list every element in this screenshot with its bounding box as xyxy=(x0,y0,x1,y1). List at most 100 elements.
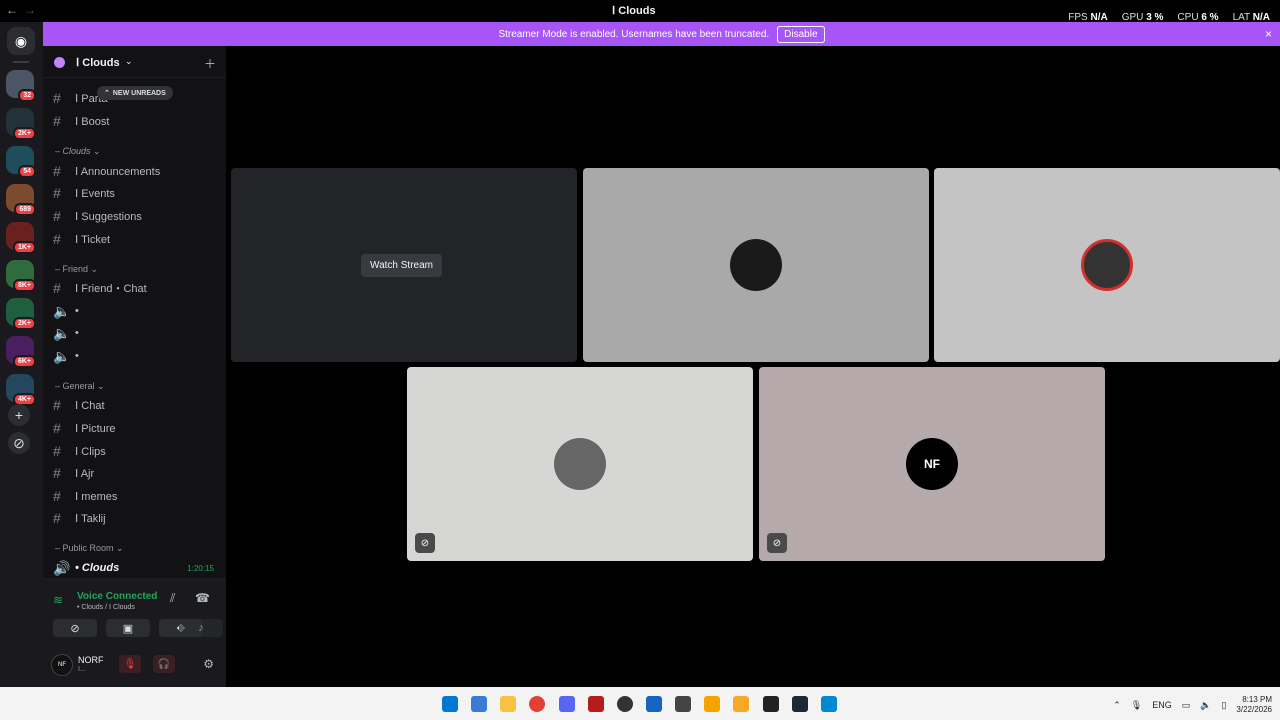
channel-item[interactable]: # Ⅰ Ajr xyxy=(53,464,94,482)
screen-share-button[interactable]: ▣ xyxy=(106,619,150,637)
channel-item[interactable]: # Ⅰ Friend・Chat xyxy=(53,279,147,297)
network-icon[interactable]: ▭ xyxy=(1182,700,1191,711)
server-icon[interactable]: 2K+ xyxy=(6,108,36,140)
category-public-room[interactable]: – Public Room ⌄ xyxy=(55,543,124,554)
close-icon[interactable]: × xyxy=(1265,27,1272,41)
chevron-down-icon[interactable]: ⌄ xyxy=(125,56,133,67)
participant-tile[interactable]: ⊘ xyxy=(407,367,753,561)
category-general[interactable]: – General ⌄ xyxy=(55,381,105,392)
noise-suppression-icon[interactable]: ⫽ xyxy=(170,591,175,606)
clock[interactable]: 8:13 PM 3/22/2026 xyxy=(1236,695,1272,715)
server-icon[interactable]: 2K+ xyxy=(6,298,36,330)
new-unreads-pill[interactable]: ⌃ NEW UNREADS xyxy=(97,86,173,100)
server-icon[interactable]: 6K+ xyxy=(6,336,36,368)
channel-item[interactable]: # Ⅰ Clips xyxy=(53,442,106,460)
app-icon[interactable] xyxy=(646,696,662,712)
settings-gear-icon[interactable]: ⚙ xyxy=(203,657,214,671)
server-icon[interactable]: 54 xyxy=(6,146,36,178)
signal-icon[interactable]: ≋ xyxy=(53,593,63,607)
app-icon[interactable] xyxy=(763,696,779,712)
store-icon[interactable] xyxy=(471,696,487,712)
discord-home-icon[interactable]: ◉ xyxy=(7,27,35,55)
channel-item[interactable]: # Ⅰ Taklij xyxy=(53,509,106,527)
channel-item[interactable]: # Ⅰ Events xyxy=(53,184,115,202)
category-clouds[interactable]: – Clouds ⌄ xyxy=(55,146,101,157)
server-icon[interactable]: 8K+ xyxy=(6,260,36,292)
back-arrow-icon[interactable]: ← xyxy=(6,3,18,17)
avatar: NF xyxy=(906,438,958,490)
deafen-button[interactable]: 🎧 xyxy=(153,655,175,673)
hash-icon: # xyxy=(53,488,61,504)
avatar xyxy=(554,438,606,490)
disconnect-icon[interactable]: ☎ xyxy=(195,591,210,605)
hash-icon: # xyxy=(53,420,61,436)
volume-icon[interactable]: 🔈 xyxy=(1200,700,1211,711)
hash-icon: # xyxy=(53,231,61,247)
camera-off-button[interactable]: ⊘ xyxy=(53,619,97,637)
channel-item[interactable]: # Ⅰ Chat xyxy=(53,396,105,414)
file-explorer-icon[interactable] xyxy=(500,696,516,712)
server-icon[interactable]: 1K+ xyxy=(6,222,36,254)
watch-stream-button[interactable]: Watch Stream xyxy=(361,254,442,277)
battery-icon[interactable]: ▯ xyxy=(1221,700,1226,711)
guild-name[interactable]: Ⅰ Clouds xyxy=(76,56,120,69)
windows-start-icon[interactable] xyxy=(442,696,458,712)
forward-arrow-icon[interactable]: → xyxy=(24,3,36,17)
channel-item[interactable]: # Ⅰ Picture xyxy=(53,419,116,437)
channel-item[interactable]: # Ⅰ Ticket xyxy=(53,230,110,248)
camera-off-icon: ⊘ xyxy=(767,533,787,553)
speaker-icon: 🔈 xyxy=(53,324,71,341)
title-bar: ← → Ⅰ Clouds FPS N/A GPU 3 % CPU 6 % LAT… xyxy=(0,0,1280,23)
windows-taskbar: ⌃ 🎙 ENG ▭ 🔈 ▯ 8:13 PM 3/22/2026 xyxy=(0,687,1280,720)
unread-badge: 54 xyxy=(18,165,36,178)
add-member-icon[interactable]: ＋ xyxy=(204,55,216,72)
rockstar-icon[interactable] xyxy=(704,696,720,712)
steelseries-icon[interactable] xyxy=(617,696,633,712)
server-icon[interactable]: 689 xyxy=(6,184,36,216)
participant-tile[interactable]: NF ⊘ xyxy=(759,367,1105,561)
voice-channel-item[interactable]: 🔈 • xyxy=(53,347,79,365)
channel-item[interactable]: # Ⅰ memes xyxy=(53,487,117,505)
unread-badge: 32 xyxy=(18,89,36,102)
steam-icon[interactable] xyxy=(792,696,808,712)
mute-mic-button[interactable]: 🎙 xyxy=(119,655,141,673)
voice-channel-item[interactable]: 🔈 • xyxy=(53,302,79,320)
stream-tile[interactable]: Watch Stream xyxy=(231,168,577,362)
explore-compass-icon[interactable]: ⊘ xyxy=(8,432,30,454)
active-voice-channel[interactable]: 🔊 • Clouds xyxy=(53,559,119,577)
discord-icon[interactable] xyxy=(559,696,575,712)
app-icon[interactable] xyxy=(675,696,691,712)
soundboard-button[interactable]: ♪ xyxy=(179,619,223,637)
channel-item[interactable]: # Ⅰ Announcements xyxy=(53,162,160,180)
channel-item[interactable]: # Ⅰ Boost xyxy=(53,112,109,130)
disable-button[interactable]: Disable xyxy=(777,25,825,43)
avatar[interactable]: NF xyxy=(51,654,73,676)
app-icon[interactable] xyxy=(733,696,749,712)
server-icon[interactable]: 32 xyxy=(6,70,36,102)
server-icon[interactable]: 4K+ xyxy=(6,374,36,406)
channel-item[interactable]: # Ⅰ Suggestions xyxy=(53,207,142,225)
unread-badge: 1K+ xyxy=(12,241,36,254)
guild-header[interactable]: Ⅰ Clouds ⌄ ＋ xyxy=(43,46,226,78)
app-icon[interactable] xyxy=(588,696,604,712)
unread-badge: 6K+ xyxy=(12,355,36,368)
add-server-icon[interactable]: + xyxy=(8,404,30,426)
avatar xyxy=(730,239,782,291)
username[interactable]: NORF xyxy=(78,655,104,665)
hash-icon: # xyxy=(53,397,61,413)
app-icon[interactable] xyxy=(821,696,837,712)
participant-tile[interactable] xyxy=(583,168,929,362)
participant-tile[interactable] xyxy=(934,168,1280,362)
voice-channel-item[interactable]: 🔈 • xyxy=(53,324,79,342)
language-indicator[interactable]: ENG xyxy=(1152,700,1172,710)
window-title: Ⅰ Clouds xyxy=(612,5,656,17)
microphone-icon[interactable]: 🎙 xyxy=(1131,700,1142,711)
speaker-icon: 🔈 xyxy=(53,302,71,319)
hash-icon: # xyxy=(53,113,61,129)
category-friend[interactable]: – Friend ⌄ xyxy=(55,264,98,275)
avatar xyxy=(1081,239,1133,291)
chrome-icon[interactable] xyxy=(529,696,545,712)
chevron-up-icon[interactable]: ⌃ xyxy=(1113,700,1121,711)
voice-location: • Clouds / Ⅰ Clouds xyxy=(77,604,135,611)
voice-status[interactable]: Voice Connected xyxy=(77,591,157,602)
